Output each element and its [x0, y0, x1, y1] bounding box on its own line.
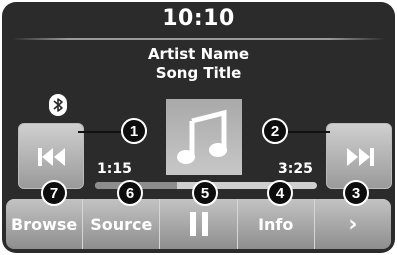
- pause-button[interactable]: [160, 199, 238, 249]
- callout-6: 6: [117, 180, 143, 206]
- callout-1: 1: [121, 118, 147, 144]
- more-button[interactable]: ›: [315, 199, 391, 249]
- skip-previous-icon: [38, 148, 65, 166]
- album-art: [166, 99, 242, 175]
- callout-2-leader: [288, 131, 330, 133]
- total-time: 3:25: [278, 161, 313, 177]
- source-button[interactable]: Source: [83, 199, 161, 249]
- song-title: Song Title: [155, 64, 242, 82]
- elapsed-time: 1:15: [97, 161, 132, 177]
- bottom-control-bar: Browse Source Info ›: [6, 199, 391, 249]
- browse-button[interactable]: Browse: [6, 199, 84, 249]
- artist-name: Artist Name: [147, 45, 250, 63]
- clock: 10:10: [162, 6, 235, 31]
- media-screen: 10:10 Artist Name Song Title 1:15 3:25 B…: [2, 2, 395, 253]
- skip-next-icon: [347, 148, 374, 166]
- music-note-icon: [177, 109, 227, 164]
- info-button[interactable]: Info: [238, 199, 315, 249]
- callout-3: 3: [343, 180, 369, 206]
- header-divider: [12, 38, 385, 40]
- pause-icon: [189, 212, 208, 236]
- callout-2: 2: [262, 118, 288, 144]
- callout-7: 7: [41, 180, 67, 206]
- next-track-button[interactable]: [326, 123, 392, 189]
- callout-4: 4: [267, 180, 293, 206]
- infotainment-frame: 10:10 Artist Name Song Title 1:15 3:25 B…: [0, 0, 397, 255]
- callout-1-leader: [78, 131, 122, 133]
- bluetooth-icon: [49, 94, 67, 116]
- callout-5: 5: [192, 180, 218, 206]
- previous-track-button[interactable]: [18, 123, 84, 189]
